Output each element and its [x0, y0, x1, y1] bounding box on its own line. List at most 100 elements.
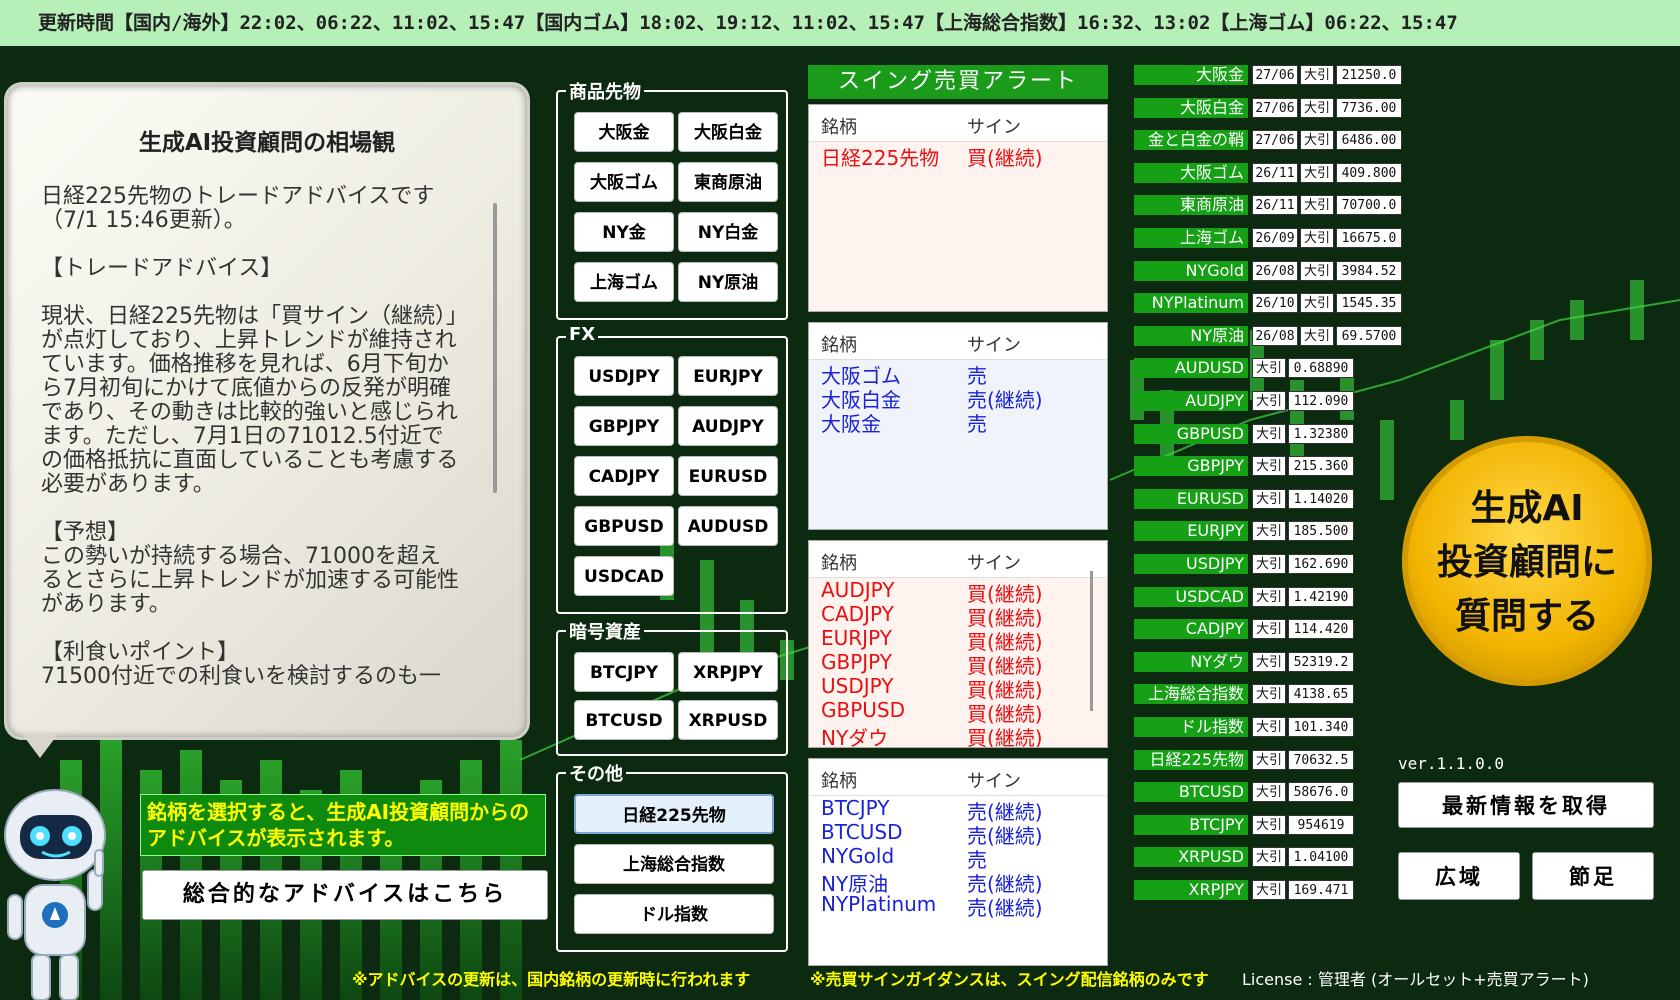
symbol-button[interactable]: EURJPY [678, 356, 778, 396]
price-tag: 大引 [1252, 619, 1286, 640]
price-tag: 大引 [1300, 162, 1334, 183]
signal-name: BTCJPY [821, 796, 890, 820]
signal-row[interactable]: GBPJPY 買(継続) [809, 650, 1107, 678]
price-tag: 大引 [1252, 391, 1286, 411]
signal-box-buy-1: 銘柄 サイン 日経225先物 買(継続) [808, 104, 1108, 312]
ask-ai-advisor-button[interactable]: 生成AI 投資顧問に 質問する [1402, 436, 1652, 686]
signal-name: 大阪金 [821, 412, 881, 436]
price-tag: 大引 [1300, 260, 1334, 281]
advice-text[interactable]: 日経225先物のトレードアドバイスです（7/1 15:46更新）。 【トレードア… [41, 185, 461, 785]
symbol-button[interactable]: 大阪金 [574, 112, 674, 152]
signal-scrollbar[interactable] [1090, 571, 1093, 711]
signal-header: 銘柄 サイン [809, 541, 1107, 578]
symbol-button[interactable]: BTCJPY [574, 652, 674, 692]
signal-row[interactable]: 大阪金 売 [809, 408, 1107, 436]
symbol-button[interactable]: NY白金 [678, 212, 778, 252]
signal-name: NYGold [821, 844, 895, 868]
refresh-button[interactable]: 最新情報を取得 [1398, 782, 1654, 828]
price-value: 69.5700 [1336, 325, 1402, 346]
robot-mascot-icon [4, 789, 106, 1000]
advice-scrollbar[interactable] [493, 203, 497, 493]
wide-view-button[interactable]: 広域 [1398, 852, 1520, 900]
symbol-button-selected[interactable]: 日経225先物 [574, 794, 774, 834]
symbol-button[interactable]: XRPUSD [678, 700, 778, 740]
symbol-button[interactable]: AUDJPY [678, 406, 778, 446]
price-tag: 大引 [1252, 880, 1286, 900]
speech-bubble-tail [22, 734, 58, 758]
price-value: 101.340 [1288, 717, 1354, 737]
signal-row[interactable]: USDJPY 買(継続) [809, 674, 1107, 702]
price-value: 112.090 [1288, 391, 1354, 411]
category-label: その他 [566, 760, 626, 786]
signal-row[interactable]: NYPlatinum 売(継続) [809, 892, 1107, 920]
signal-row[interactable]: EURJPY 買(継続) [809, 626, 1107, 654]
price-symbol: EURUSD [1134, 488, 1248, 509]
symbol-button[interactable]: USDCAD [574, 556, 674, 596]
overall-advice-button[interactable]: 総合的なアドバイスはこちら [142, 870, 548, 920]
signal-col-sign: サイン [967, 553, 1021, 574]
symbol-button[interactable]: CADJPY [574, 456, 674, 496]
price-symbol: XRPJPY [1134, 880, 1248, 900]
price-tag: 大引 [1252, 814, 1286, 835]
signal-row[interactable]: GBPUSD 買(継続) [809, 698, 1107, 726]
signal-row[interactable]: NYGold 売 [809, 844, 1107, 872]
symbol-button[interactable]: NY金 [574, 212, 674, 252]
symbol-button[interactable]: ドル指数 [574, 894, 774, 934]
signal-row[interactable]: AUDJPY 買(継続) [809, 578, 1107, 606]
advice-paragraph: 現状、日経225先物は「買サイン（継続）」が点灯しており、上昇トレンドが維持され… [41, 304, 459, 497]
signal-col-sign: サイン [967, 335, 1021, 356]
symbol-button[interactable]: 大阪ゴム [574, 162, 674, 202]
price-tag: 大引 [1252, 358, 1286, 379]
candle-button[interactable]: 節足 [1532, 852, 1654, 900]
price-value: 58676.0 [1288, 782, 1354, 803]
price-value: 1.14020 [1288, 488, 1354, 509]
symbol-button[interactable]: NY原油 [678, 262, 778, 302]
price-tag: 大引 [1300, 293, 1334, 314]
symbol-button[interactable]: USDJPY [574, 356, 674, 396]
price-value: 7736.00 [1336, 97, 1402, 118]
footer-note-signal: ※売買サインガイダンスは、スイング配信銘柄のみです [810, 970, 1209, 989]
signal-row[interactable]: 日経225先物 買(継続) [809, 142, 1107, 170]
version-label: ver.1.1.0.0 [1398, 754, 1504, 773]
price-contract-month: 26/09 [1252, 228, 1298, 248]
price-contract-month: 26/11 [1252, 162, 1298, 183]
price-value: 185.500 [1288, 521, 1354, 542]
price-tag: 大引 [1252, 521, 1286, 542]
price-tag: 大引 [1252, 847, 1286, 868]
symbol-button[interactable]: 上海総合指数 [574, 844, 774, 884]
update-time-bar: 更新時間【国内/海外】22:02、06:22、11:02、15:47【国内ゴム】… [0, 0, 1680, 46]
price-tag: 大引 [1252, 554, 1286, 574]
price-symbol: NY原油 [1134, 325, 1248, 346]
price-contract-month: 26/08 [1252, 325, 1298, 346]
signal-sign: 買(継続) [967, 726, 1043, 748]
signal-name: CADJPY [821, 602, 894, 626]
signal-row[interactable]: 大阪白金 売(継続) [809, 384, 1107, 412]
symbol-button[interactable]: GBPJPY [574, 406, 674, 446]
signal-box-sell-2: 銘柄 サイン BTCJPY 売(継続) BTCUSD 売(継続) NYGold 売 N… [808, 758, 1108, 966]
signal-row[interactable]: BTCJPY 売(継続) [809, 796, 1107, 824]
price-tag: 大引 [1252, 488, 1286, 509]
symbol-button[interactable]: 大阪白金 [678, 112, 778, 152]
symbol-button[interactable]: 上海ゴム [574, 262, 674, 302]
symbol-button[interactable]: AUDUSD [678, 506, 778, 546]
price-symbol: 大阪金 [1134, 65, 1248, 85]
signal-row[interactable]: NYダウ 買(継続) [809, 722, 1107, 748]
category-label: 暗号資産 [566, 618, 644, 644]
symbol-button[interactable]: XRPJPY [678, 652, 778, 692]
price-contract-month: 27/06 [1252, 65, 1298, 85]
signal-row[interactable]: CADJPY 買(継続) [809, 602, 1107, 630]
symbol-button[interactable]: EURUSD [678, 456, 778, 496]
footer-note-advice: ※アドバイスの更新は、国内銘柄の更新時に行われます [352, 970, 751, 989]
price-symbol: NYGold [1134, 260, 1248, 281]
signal-row[interactable]: BTCUSD 売(継続) [809, 820, 1107, 848]
symbol-button[interactable]: 東商原油 [678, 162, 778, 202]
price-tag: 大引 [1300, 97, 1334, 118]
price-symbol: CADJPY [1134, 619, 1248, 640]
symbol-button[interactable]: BTCUSD [574, 700, 674, 740]
price-tag: 大引 [1300, 65, 1334, 85]
symbol-button[interactable]: GBPUSD [574, 506, 674, 546]
signal-row[interactable]: NY原油 売(継続) [809, 868, 1107, 896]
price-symbol: 金と白金の鞘 [1134, 130, 1248, 151]
signal-name: NYPlatinum [821, 892, 937, 916]
signal-row[interactable]: 大阪ゴム 売 [809, 360, 1107, 388]
